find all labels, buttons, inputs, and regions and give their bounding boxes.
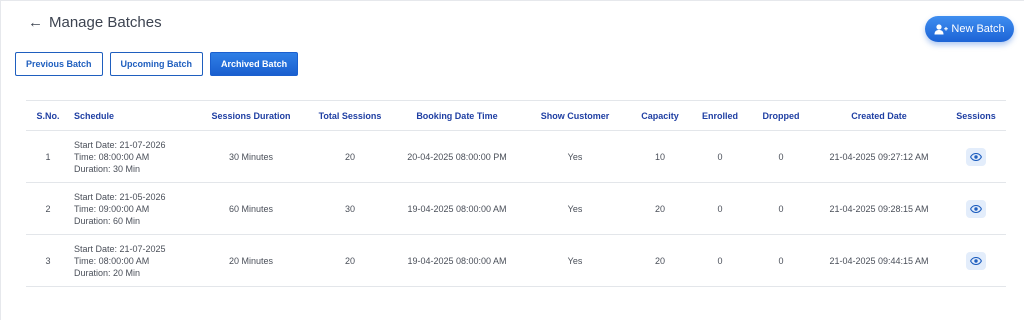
tab-archived-batch[interactable]: Archived Batch [210, 52, 299, 76]
cell-sessions-duration: 20 Minutes [228, 255, 274, 266]
cell-sno: 1 [45, 151, 51, 162]
table-header-row: S.No. Schedule Sessions Duration Total S… [26, 100, 1006, 131]
eye-icon [970, 152, 982, 161]
cell-capacity: 20 [654, 255, 665, 266]
view-sessions-button[interactable] [966, 147, 986, 166]
cell-capacity: 20 [654, 203, 665, 214]
table-row: 3 Start Date: 21-07-2025 Time: 08:00:00 … [26, 235, 1006, 287]
tab-upcoming-batch[interactable]: Upcoming Batch [109, 52, 204, 76]
cell-show-customer: Yes [567, 203, 583, 214]
cell-booking-date-time: 20-04-2025 08:00:00 PM [407, 151, 507, 162]
cell-sessions-duration: 60 Minutes [228, 203, 274, 214]
cell-total-sessions: 20 [344, 151, 355, 162]
schedule-duration: Duration: 60 Min [74, 215, 141, 226]
back-arrow-icon[interactable]: ← [28, 15, 43, 30]
cell-created-date: 21-04-2025 09:27:12 AM [829, 151, 929, 162]
schedule-duration: Duration: 30 Min [74, 163, 141, 174]
cell-total-sessions: 30 [344, 203, 355, 214]
col-dropped: Dropped [762, 110, 800, 121]
cell-booking-date-time: 19-04-2025 08:00:00 AM [407, 255, 507, 266]
col-enrolled: Enrolled [701, 110, 738, 121]
table-row: 1 Start Date: 21-07-2026 Time: 08:00:00 … [26, 131, 1006, 183]
cell-show-customer: Yes [567, 151, 583, 162]
cell-capacity: 10 [654, 151, 665, 162]
batches-table: S.No. Schedule Sessions Duration Total S… [26, 100, 1006, 287]
col-show-customer: Show Customer [540, 110, 610, 121]
cell-schedule: Start Date: 21-07-2026 Time: 08:00:00 AM… [70, 131, 196, 183]
cell-schedule: Start Date: 21-07-2025 Time: 08:00:00 AM… [70, 235, 196, 287]
new-batch-button[interactable]: New Batch [925, 16, 1014, 42]
schedule-time: Time: 09:00:00 AM [74, 203, 150, 214]
tab-previous-batch[interactable]: Previous Batch [15, 52, 103, 76]
col-schedule: Schedule [74, 110, 115, 121]
col-booking-date-time: Booking Date Time [416, 110, 498, 121]
user-plus-icon [934, 23, 949, 34]
cell-dropped: 0 [778, 151, 784, 162]
new-batch-label: New Batch [951, 23, 1005, 35]
col-sessions-duration: Sessions Duration [211, 110, 291, 121]
schedule-start: Start Date: 21-07-2025 [74, 243, 166, 254]
cell-enrolled: 0 [717, 203, 723, 214]
cell-sessions-duration: 30 Minutes [228, 151, 274, 162]
page-header: ← Manage Batches [28, 14, 162, 31]
cell-enrolled: 0 [717, 255, 723, 266]
col-total-sessions: Total Sessions [318, 110, 382, 121]
cell-created-date: 21-04-2025 09:28:15 AM [829, 203, 929, 214]
cell-sno: 2 [45, 203, 51, 214]
col-capacity: Capacity [641, 110, 679, 121]
col-sno: S.No. [36, 110, 60, 121]
cell-schedule: Start Date: 21-05-2026 Time: 09:00:00 AM… [70, 183, 196, 235]
cell-sessions [946, 131, 1006, 183]
eye-icon [970, 256, 982, 265]
schedule-start: Start Date: 21-07-2026 [74, 139, 166, 150]
cell-dropped: 0 [778, 203, 784, 214]
cell-created-date: 21-04-2025 09:44:15 AM [829, 255, 929, 266]
col-sessions: Sessions [956, 110, 996, 121]
table-row: 2 Start Date: 21-05-2026 Time: 09:00:00 … [26, 183, 1006, 235]
cell-total-sessions: 20 [344, 255, 355, 266]
schedule-time: Time: 08:00:00 AM [74, 151, 150, 162]
cell-dropped: 0 [778, 255, 784, 266]
eye-icon [970, 204, 982, 213]
cell-sessions [946, 183, 1006, 235]
view-sessions-button[interactable] [966, 251, 986, 270]
schedule-duration: Duration: 20 Min [74, 267, 141, 278]
batch-tabs: Previous Batch Upcoming Batch Archived B… [15, 52, 299, 76]
schedule-time: Time: 08:00:00 AM [74, 255, 150, 266]
view-sessions-button[interactable] [966, 199, 986, 218]
cell-booking-date-time: 19-04-2025 08:00:00 AM [407, 203, 507, 214]
cell-sessions [946, 235, 1006, 287]
cell-enrolled: 0 [717, 151, 723, 162]
cell-sno: 3 [45, 255, 51, 266]
page-title: Manage Batches [49, 14, 162, 31]
schedule-start: Start Date: 21-05-2026 [74, 191, 166, 202]
col-created-date: Created Date [851, 110, 907, 121]
cell-show-customer: Yes [567, 255, 583, 266]
